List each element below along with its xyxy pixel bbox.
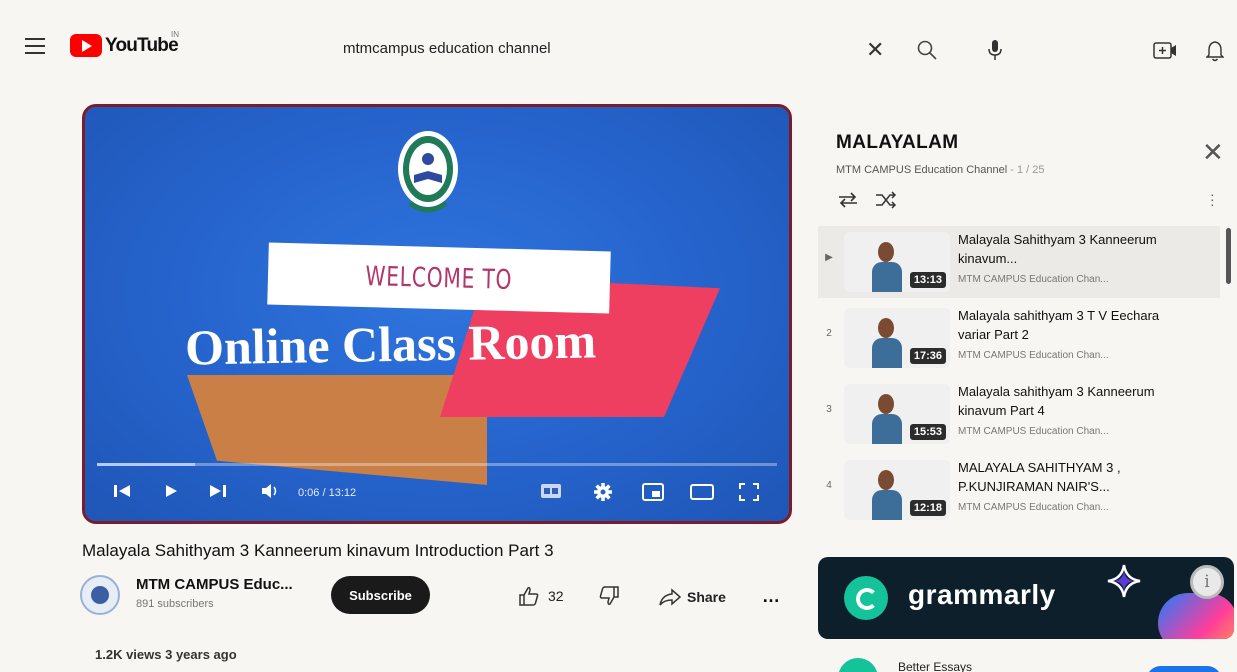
playlist-thumbnail: 15:53 [844, 384, 950, 444]
playlist-item-index: 2 [826, 328, 832, 339]
subscribe-button[interactable]: Subscribe [331, 576, 430, 614]
playlist-channel[interactable]: MTM CAMPUS Education Channel [836, 164, 1007, 176]
like-count: 32 [548, 588, 564, 604]
next-icon[interactable] [209, 483, 227, 499]
playlist-item-channel: MTM CAMPUS Education Chan... [958, 274, 1109, 285]
grammarly-logo-icon [844, 576, 888, 620]
more-actions-button[interactable]: … [762, 586, 781, 607]
playlist-subtitle: MTM CAMPUS Education Channel - 1 / 25 [836, 164, 1044, 176]
ad-advertiser-avatar[interactable] [838, 658, 878, 672]
playlist-item-title: Malayala sahithyam 3 Kanneerum kinavum P… [958, 384, 1155, 418]
share-button[interactable]: Share [659, 588, 726, 606]
playlist-item-channel: MTM CAMPUS Education Chan... [958, 426, 1109, 437]
miniplayer-icon[interactable] [642, 483, 664, 501]
close-playlist-icon[interactable]: ✕ [1202, 139, 1224, 165]
subscriber-count: 891 subscribers [136, 598, 214, 610]
youtube-play-logo-icon [70, 34, 102, 57]
playlist-position: - 1 / 25 [1007, 164, 1045, 176]
playlist-thumbnail: 13:13 [844, 232, 950, 292]
share-arrow-icon [659, 588, 681, 606]
playlist-item[interactable]: ▶ 13:13 Malayala Sahithyam 3 Kanneerum k… [818, 226, 1220, 298]
view-count-and-age: 1.2K views 3 years ago [95, 647, 237, 662]
playlist-more-icon[interactable]: · · · [1210, 187, 1215, 211]
thumbs-down-icon[interactable] [598, 586, 620, 606]
video-title: Malayala Sahithyam 3 Kanneerum kinavum I… [82, 541, 554, 560]
institution-emblem-icon [398, 131, 458, 213]
sparkle-icon [1107, 564, 1141, 598]
playlist-item-title: Malayala Sahithyam 3 Kanneerum kinavum..… [958, 232, 1157, 266]
theater-mode-icon[interactable] [690, 483, 714, 501]
playlist-thumbnail: 12:18 [844, 460, 950, 520]
captions-icon[interactable] [540, 483, 562, 499]
welcome-banner: WELCOME TO [267, 242, 611, 314]
create-video-icon[interactable] [1153, 42, 1177, 60]
search-input[interactable]: mtmcampus education channel [343, 40, 551, 57]
playlist-item-channel: MTM CAMPUS Education Chan... [958, 502, 1109, 513]
channel-name[interactable]: MTM CAMPUS Educ... [136, 576, 293, 593]
playlist-title[interactable]: MALAYALAM [836, 132, 959, 154]
advertisement-banner[interactable]: grammarly i [818, 557, 1234, 639]
hamburger-menu-icon[interactable] [25, 38, 45, 54]
playlist-thumbnail: 17:36 [844, 308, 950, 368]
video-player[interactable]: WELCOME TO Online Class Room 0:06 / 13:1… [82, 104, 792, 524]
time-display: 0:06 / 13:12 [298, 487, 357, 499]
share-label: Share [687, 589, 726, 605]
ad-cta-button[interactable] [1146, 666, 1222, 672]
duration-badge: 12:18 [909, 500, 946, 516]
playlist-item-title: Malayala sahithyam 3 T V Eechara variar … [958, 308, 1160, 342]
ad-brand-name: grammarly [908, 579, 1056, 610]
channel-avatar[interactable] [80, 575, 120, 615]
video-headline: Online Class Room [184, 312, 597, 376]
country-code: IN [171, 30, 179, 39]
microphone-icon[interactable] [987, 39, 1003, 61]
loop-playlist-icon[interactable] [836, 190, 860, 210]
now-playing-indicator: ▶ [825, 252, 833, 263]
presenter-figure [872, 392, 902, 444]
duration-badge: 13:13 [909, 272, 946, 288]
like-button[interactable]: 32 [518, 586, 564, 606]
welcome-text: WELCOME TO [365, 260, 513, 296]
ad-headline[interactable]: Better Essays [898, 660, 972, 672]
duration-badge: 17:36 [909, 348, 946, 364]
ad-decorative-blob [1158, 593, 1234, 639]
presenter-figure [872, 316, 902, 368]
settings-gear-icon[interactable] [594, 483, 612, 501]
search-icon[interactable] [916, 39, 938, 61]
thumbs-up-icon [519, 587, 539, 606]
volume-icon[interactable] [261, 483, 281, 499]
clear-search-icon[interactable]: ✕ [866, 39, 884, 61]
play-icon[interactable] [163, 483, 179, 499]
playlist-item-title: MALAYALA SAHITHYAM 3 , P.KUNJIRAMAN NAIR… [958, 460, 1121, 494]
top-header: YouTube IN mtmcampus education channel ✕ [0, 0, 1237, 100]
playlist-item[interactable]: 2 17:36 Malayala sahithyam 3 T V Eechara… [818, 302, 1220, 374]
youtube-logo[interactable]: YouTube IN [70, 30, 179, 57]
fullscreen-icon[interactable] [739, 483, 759, 501]
progress-bar-played [97, 463, 195, 466]
presenter-figure [872, 240, 902, 292]
playlist-item-index: 4 [826, 480, 832, 491]
presenter-figure [872, 468, 902, 520]
logo-text: YouTube [105, 34, 179, 56]
playlist-panel: MALAYALAM MTM CAMPUS Education Channel -… [818, 110, 1234, 534]
ad-info-icon[interactable]: i [1190, 565, 1224, 599]
shuffle-icon[interactable] [874, 190, 898, 210]
playlist-item[interactable]: 3 15:53 Malayala sahithyam 3 Kanneerum k… [818, 378, 1220, 450]
player-controls: 0:06 / 13:12 [85, 475, 789, 511]
playlist-item-index: 3 [826, 404, 832, 415]
playlist-scrollbar[interactable] [1226, 228, 1231, 284]
duration-badge: 15:53 [909, 424, 946, 440]
previous-icon[interactable] [113, 483, 131, 499]
notifications-bell-icon[interactable] [1206, 40, 1224, 62]
playlist-item[interactable]: 4 12:18 MALAYALA SAHITHYAM 3 , P.KUNJIRA… [818, 454, 1220, 526]
playlist-item-channel: MTM CAMPUS Education Chan... [958, 350, 1109, 361]
progress-bar[interactable] [97, 463, 777, 466]
